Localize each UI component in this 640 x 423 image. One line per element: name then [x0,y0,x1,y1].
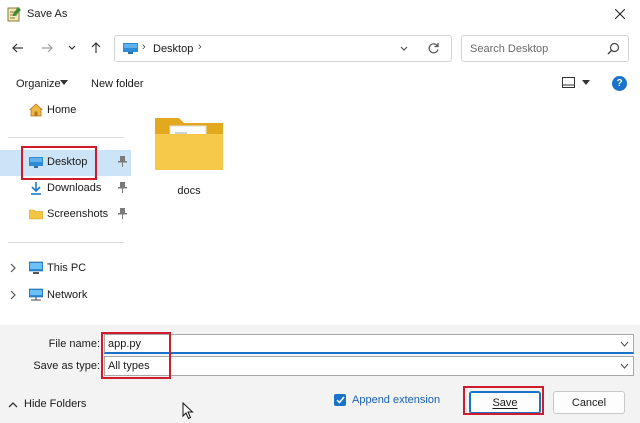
sidebar-item-this-pc[interactable]: This PC [0,256,131,282]
search-field[interactable]: Search Desktop [461,35,629,62]
command-bar: Organize New folder ? [0,70,640,98]
file-name-label: File name: [48,338,100,350]
append-extension-label: Append extension [352,394,441,406]
sidebar-item-label: Screenshots [47,208,109,220]
chevron-right-icon[interactable] [10,263,17,273]
highlight-box [101,332,171,379]
navigation-pane: Home Desktop Downloads Screenshots This … [0,98,131,325]
highlight-box [463,386,544,415]
append-extension-checkbox[interactable]: Append extension [334,394,440,406]
desktop-icon [123,43,138,54]
hide-folders-button[interactable]: Hide Folders [8,398,86,410]
close-icon [615,9,625,19]
sidebar-item-home[interactable]: Home [0,98,131,124]
view-icon[interactable] [562,77,575,88]
search-icon [607,42,620,55]
breadcrumb-desktop[interactable]: Desktop [153,43,193,55]
arrow-right-icon [42,43,53,53]
title-bar: Save As [0,0,640,28]
sidebar-item-label: Home [47,104,77,116]
notepad-icon [7,7,21,22]
breadcrumb-separator[interactable]: › [198,41,202,53]
new-folder-button[interactable]: New folder [91,78,144,90]
download-icon [31,182,41,195]
sidebar-item-label: Downloads [47,182,102,194]
chevron-right-icon[interactable] [10,290,17,300]
help-icon: ? [616,78,623,89]
pin-icon[interactable] [118,156,127,167]
hide-folders-label: Hide Folders [24,398,87,410]
network-icon [29,288,43,301]
home-icon [29,103,43,117]
file-name-field[interactable]: app.py [104,334,634,354]
folder-icon [155,118,223,170]
computer-icon [29,261,43,274]
folder-name: docs [177,185,201,197]
caret-down-icon[interactable] [582,80,590,86]
search-input[interactable]: Search Desktop [470,43,548,55]
caret-down-icon[interactable] [60,80,68,86]
breadcrumb-separator: › [142,41,146,53]
sidebar-item-label: This PC [47,262,87,274]
chevron-down-icon [68,45,76,50]
help-button[interactable]: ? [612,76,627,91]
window-title: Save As [27,8,68,20]
arrow-left-icon [12,43,23,53]
forward-button[interactable] [37,38,57,58]
sidebar-item-screenshots[interactable]: Screenshots [0,202,131,228]
pin-icon[interactable] [118,182,127,193]
pin-icon[interactable] [118,208,127,219]
checkmark-icon [335,396,345,404]
chevron-up-icon [8,401,18,407]
sidebar-item-network[interactable]: Network [0,283,131,309]
organize-button[interactable]: Organize [16,78,61,90]
close-button[interactable] [606,2,634,26]
up-button[interactable] [86,38,106,58]
mouse-cursor-icon [182,402,194,420]
back-button[interactable] [8,38,28,58]
sidebar-divider [8,137,124,138]
folder-icon [29,209,43,220]
save-type-select[interactable]: All types [104,356,634,376]
save-type-label: Save as type: [33,360,100,372]
cancel-button-label: Cancel [571,396,607,409]
chevron-down-icon[interactable] [620,341,629,347]
sidebar-divider [8,242,124,243]
chevron-down-icon[interactable] [399,44,409,54]
sidebar-item-label: Network [47,289,88,301]
arrow-up-icon [91,42,101,53]
checkbox[interactable] [334,394,346,406]
file-list: docs [131,98,640,325]
chevron-down-icon[interactable] [620,363,629,369]
address-bar[interactable]: › Desktop › [114,35,452,62]
list-item[interactable]: docs [153,112,225,202]
recent-locations-button[interactable] [62,38,82,58]
refresh-icon[interactable] [427,42,440,55]
save-options-panel: File name: app.py Save as type: All type… [0,325,640,423]
highlight-box [21,146,97,180]
cancel-button[interactable]: Cancel [553,391,625,414]
